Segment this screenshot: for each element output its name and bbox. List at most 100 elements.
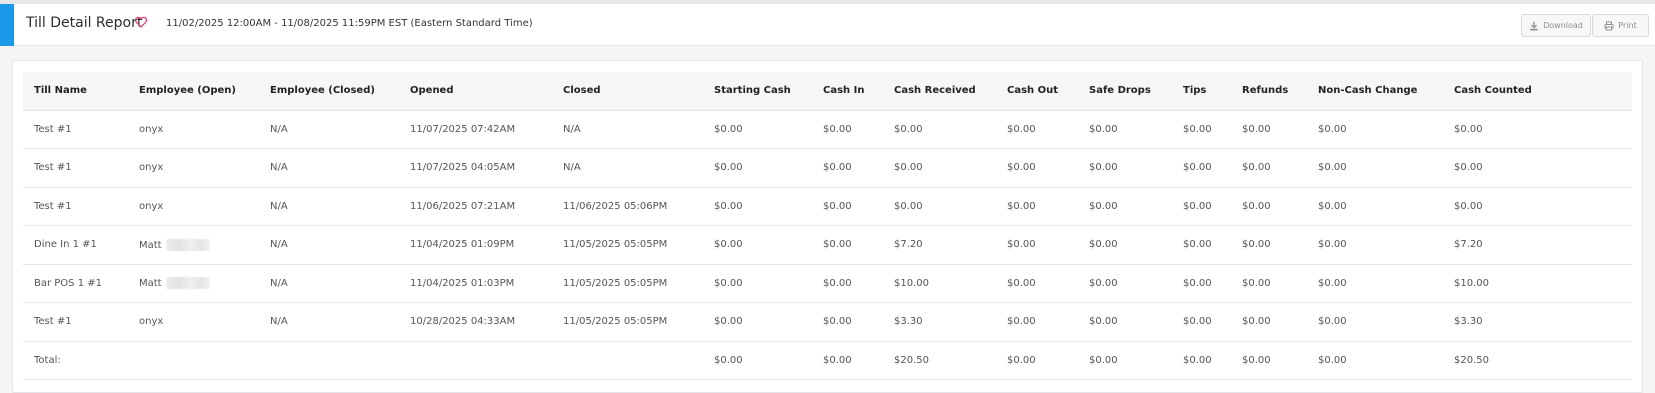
cell-text: N/A <box>270 162 288 174</box>
cell-text: $0.00 <box>823 277 852 289</box>
table-cell: Test #1 <box>23 110 128 149</box>
column-header[interactable]: Non-Cash Change <box>1307 72 1443 111</box>
print-button[interactable]: Print <box>1592 14 1649 37</box>
cell-text: onyx <box>139 316 164 328</box>
table-cell: $0.00 <box>1443 110 1632 149</box>
column-header[interactable]: Employee (Closed) <box>259 72 399 111</box>
total-cell: $0.00 <box>996 341 1078 380</box>
table-cell: $0.00 <box>812 225 883 265</box>
cell-text: 11/07/2025 07:42AM <box>410 123 516 135</box>
table-cell: 11/07/2025 07:42AM <box>399 110 552 149</box>
table-cell: $0.00 <box>1231 148 1307 188</box>
cell-text: 10/28/2025 04:33AM <box>410 316 516 328</box>
total-cell <box>259 341 399 380</box>
cell-text: N/A <box>270 316 288 328</box>
table-cell: N/A <box>259 148 399 188</box>
column-header[interactable]: Cash Received <box>883 72 996 111</box>
table-cell: N/A <box>552 110 703 149</box>
cell-text: $10.00 <box>1454 277 1489 289</box>
cell-text: $0.00 <box>894 200 923 212</box>
table-cell: $3.30 <box>1443 302 1632 342</box>
column-header[interactable]: Cash Out <box>996 72 1078 111</box>
table-cell: Bar POS 1 #1 <box>23 264 128 303</box>
download-button[interactable]: Download <box>1521 14 1591 37</box>
table-body: Test #1 onyx N/A 11/07/2025 07:42AM N/A $0.00… <box>23 110 1632 380</box>
column-header[interactable]: Cash In <box>812 72 883 111</box>
table-cell: $0.00 <box>1231 110 1307 149</box>
table-row: Test #1 onyx N/A 11/06/2025 07:21AM 11/06/20… <box>23 187 1632 226</box>
table-cell: $0.00 <box>1443 187 1632 226</box>
cell-text: N/A <box>270 239 288 251</box>
cell-text: 11/04/2025 01:03PM <box>410 277 515 289</box>
cell-text: $0.00 <box>1007 239 1036 251</box>
cell-text: Test #1 <box>34 123 72 135</box>
table-cell: $0.00 <box>1078 110 1172 149</box>
cell-text: $0.00 <box>1007 200 1036 212</box>
cell-text: Test #1 <box>34 162 72 174</box>
cell-text: $0.00 <box>1242 200 1271 212</box>
cell-text: $0.00 <box>1007 277 1036 289</box>
table-row: Bar POS 1 #1 Matt N/A 11/04/2025 01:03PM 11/… <box>23 264 1632 303</box>
table-cell: $0.00 <box>1231 187 1307 226</box>
cell-text: $0.00 <box>894 123 923 135</box>
table-cell: $0.00 <box>812 187 883 226</box>
column-header[interactable]: Tips <box>1172 72 1231 111</box>
total-cell <box>552 341 703 380</box>
table-cell: $10.00 <box>1443 264 1632 303</box>
table-cell: $0.00 <box>703 225 812 265</box>
table-cell: 11/04/2025 01:03PM <box>399 264 552 303</box>
table-row: Test #1 onyx N/A 11/07/2025 04:05AM N/A $0.00… <box>23 148 1632 188</box>
cell-text: 11/05/2025 05:05PM <box>563 239 668 251</box>
report-card: Till Name Employee (Open) Employee (Closed… <box>12 60 1643 393</box>
redacted-name <box>165 238 210 251</box>
table-cell: $0.00 <box>703 302 812 342</box>
column-header[interactable]: Cash Counted <box>1443 72 1632 111</box>
table-cell: $0.00 <box>703 148 812 188</box>
table-cell: Matt <box>128 225 259 265</box>
total-cell: $20.50 <box>883 341 996 380</box>
table-cell: Test #1 <box>23 302 128 342</box>
total-cell: $0.00 <box>1231 341 1307 380</box>
column-header[interactable]: Safe Drops <box>1078 72 1172 111</box>
table-cell: 11/04/2025 01:09PM <box>399 225 552 265</box>
table-cell: $0.00 <box>1231 302 1307 342</box>
total-cell: $20.50 <box>1443 341 1632 380</box>
page-title: Till Detail Report <box>26 15 143 31</box>
table-cell: N/A <box>259 302 399 342</box>
table-cell: $0.00 <box>996 187 1078 226</box>
total-cell: $0.00 <box>1078 341 1172 380</box>
cell-text: $0.00 <box>1183 200 1212 212</box>
column-header[interactable]: Opened <box>399 72 552 111</box>
column-header[interactable]: Closed <box>552 72 703 111</box>
cell-text: $0.00 <box>1454 200 1483 212</box>
column-header[interactable]: Till Name <box>23 72 128 111</box>
table-cell: $0.00 <box>1172 264 1231 303</box>
table-cell: $0.00 <box>996 110 1078 149</box>
cell-text: $0.00 <box>1318 316 1347 328</box>
total-cell: $0.00 <box>1307 341 1443 380</box>
cell-text: $0.00 <box>1318 200 1347 212</box>
total-cell <box>399 341 552 380</box>
table-cell: N/A <box>552 148 703 188</box>
cell-text: $0.00 <box>1242 316 1271 328</box>
cell-text: $0.00 <box>1183 316 1212 328</box>
table-cell: $0.00 <box>1172 187 1231 226</box>
cell-text: $0.00 <box>714 162 743 174</box>
table-cell: $10.00 <box>883 264 996 303</box>
cell-text: $0.00 <box>1454 162 1483 174</box>
table-row: Test #1 onyx N/A 10/28/2025 04:33AM 11/05/20… <box>23 302 1632 342</box>
column-header[interactable]: Refunds <box>1231 72 1307 111</box>
column-header[interactable]: Employee (Open) <box>128 72 259 111</box>
table-cell: 11/05/2025 05:05PM <box>552 225 703 265</box>
table-cell: onyx <box>128 110 259 149</box>
cell-text: onyx <box>139 162 164 174</box>
cell-text: N/A <box>270 200 288 212</box>
cell-text: $0.00 <box>1318 277 1347 289</box>
table-cell: $7.20 <box>1443 225 1632 265</box>
cell-text: $3.30 <box>894 316 923 328</box>
cell-text: N/A <box>563 162 581 174</box>
heart-icon[interactable] <box>134 14 148 28</box>
column-header[interactable]: Starting Cash <box>703 72 812 111</box>
table-cell: $0.00 <box>703 187 812 226</box>
table-cell: $0.00 <box>1231 264 1307 303</box>
